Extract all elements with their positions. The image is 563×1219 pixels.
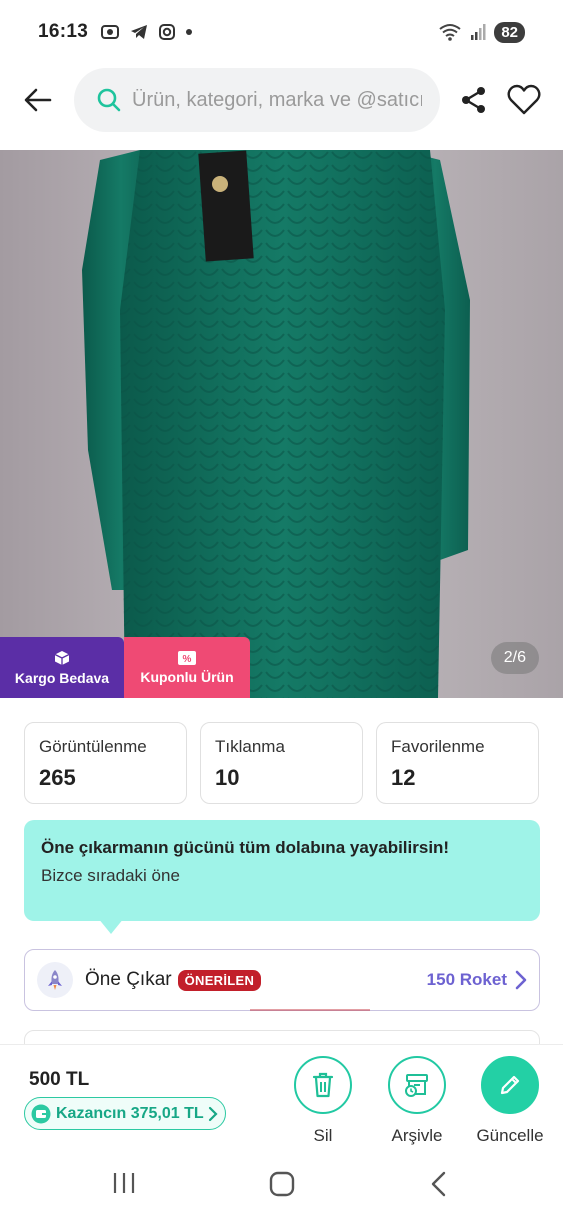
coupon-label: Kuponlu Ürün	[140, 668, 234, 685]
stat-card-favorites: Favorilenme 12	[376, 722, 539, 804]
top-app-bar	[0, 66, 563, 134]
status-bar: 16:13 82	[0, 0, 563, 64]
box-icon	[54, 650, 70, 665]
status-time: 16:13	[38, 21, 89, 42]
dress-photo	[82, 150, 470, 698]
update-button-circle[interactable]	[481, 1056, 539, 1114]
share-icon[interactable]	[460, 86, 488, 114]
stat-label: Görüntülenme	[39, 737, 147, 756]
promo-tooltip-arrow	[98, 918, 124, 934]
status-notification-icons	[100, 23, 193, 41]
battery-indicator: 82	[494, 21, 525, 43]
archive-label: Arşivle	[391, 1126, 443, 1145]
boost-price: 150 Roket	[426, 970, 507, 989]
boost-divider	[250, 1009, 370, 1011]
earnings-pill[interactable]: Kazancın 375,01 TL	[24, 1097, 226, 1130]
recommended-badge: ÖNERİLEN	[177, 969, 262, 991]
recent-apps-icon[interactable]	[111, 1170, 137, 1196]
product-badges: Kargo Bedava % Kuponlu Ürün	[0, 637, 250, 698]
stat-card-views: Görüntülenme 265	[24, 722, 187, 804]
promo-title: Öne çıkarmanın gücünü tüm dolabına yayab…	[41, 838, 450, 857]
archive-button[interactable]: Arşivle	[385, 1056, 449, 1146]
trash-icon	[312, 1072, 334, 1098]
pencil-icon	[500, 1075, 520, 1095]
product-price: 500 TL	[29, 1069, 90, 1090]
back-arrow-icon[interactable]	[22, 84, 54, 116]
telegram-icon	[131, 25, 148, 39]
stat-label: Tıklanma	[215, 737, 285, 756]
boost-title: Öne Çıkar	[85, 969, 172, 990]
delete-button[interactable]: Sil	[291, 1056, 355, 1146]
chevron-right-icon	[515, 970, 527, 990]
archive-icon	[405, 1074, 428, 1097]
earnings-label: Kazancın 375,01 TL	[56, 1104, 204, 1122]
wallet-icon	[31, 1104, 51, 1123]
search-icon	[97, 88, 121, 112]
system-back-icon[interactable]	[428, 1170, 448, 1198]
free-shipping-badge: Kargo Bedava	[0, 637, 124, 698]
update-button[interactable]: Güncelle	[476, 1056, 544, 1146]
wifi-icon	[439, 24, 461, 41]
stat-value: 10	[215, 765, 240, 790]
coupon-icon: %	[178, 650, 196, 665]
archive-button-circle[interactable]	[388, 1056, 446, 1114]
rocket-icon	[48, 970, 62, 990]
image-counter: 2/6	[490, 642, 539, 674]
promo-tooltip[interactable]: Öne çıkarmanın gücünü tüm dolabına yayab…	[24, 820, 540, 921]
bottom-action-bar: 500 TL Kazancın 375,01 TL Sil Arşivle Gü…	[0, 1044, 563, 1148]
promo-subtitle: Bizce sıradaki öne	[41, 866, 180, 885]
dot-icon	[186, 29, 193, 35]
free-shipping-label: Kargo Bedava	[14, 669, 110, 686]
home-icon[interactable]	[268, 1170, 296, 1198]
stat-label: Favorilenme	[391, 737, 485, 756]
boost-row[interactable]: Öne Çıkar ÖNERİLEN 150 Roket	[24, 949, 540, 1011]
stats-row: Görüntülenme 265 Tıklanma 10 Favorilenme…	[24, 722, 540, 804]
system-navigation-bar	[0, 1150, 563, 1219]
search-bar[interactable]	[74, 68, 440, 132]
delete-button-circle[interactable]	[294, 1056, 352, 1114]
stat-value: 265	[39, 765, 76, 790]
screenshot-app-icon	[101, 25, 120, 39]
coupon-badge: % Kuponlu Ürün	[124, 637, 250, 698]
stat-card-clicks: Tıklanma 10	[200, 722, 363, 804]
stat-value: 12	[391, 765, 416, 790]
chevron-right-icon	[208, 1106, 218, 1121]
product-image[interactable]: Kargo Bedava % Kuponlu Ürün 2/6	[0, 150, 563, 698]
delete-label: Sil	[313, 1126, 333, 1145]
rocket-icon-wrapper	[37, 962, 73, 998]
heart-icon[interactable]	[507, 84, 541, 116]
svg-text:%: %	[183, 654, 192, 665]
instagram-icon	[159, 24, 176, 40]
update-label: Güncelle	[476, 1126, 544, 1145]
signal-icon	[471, 24, 486, 40]
search-input[interactable]	[132, 88, 422, 112]
